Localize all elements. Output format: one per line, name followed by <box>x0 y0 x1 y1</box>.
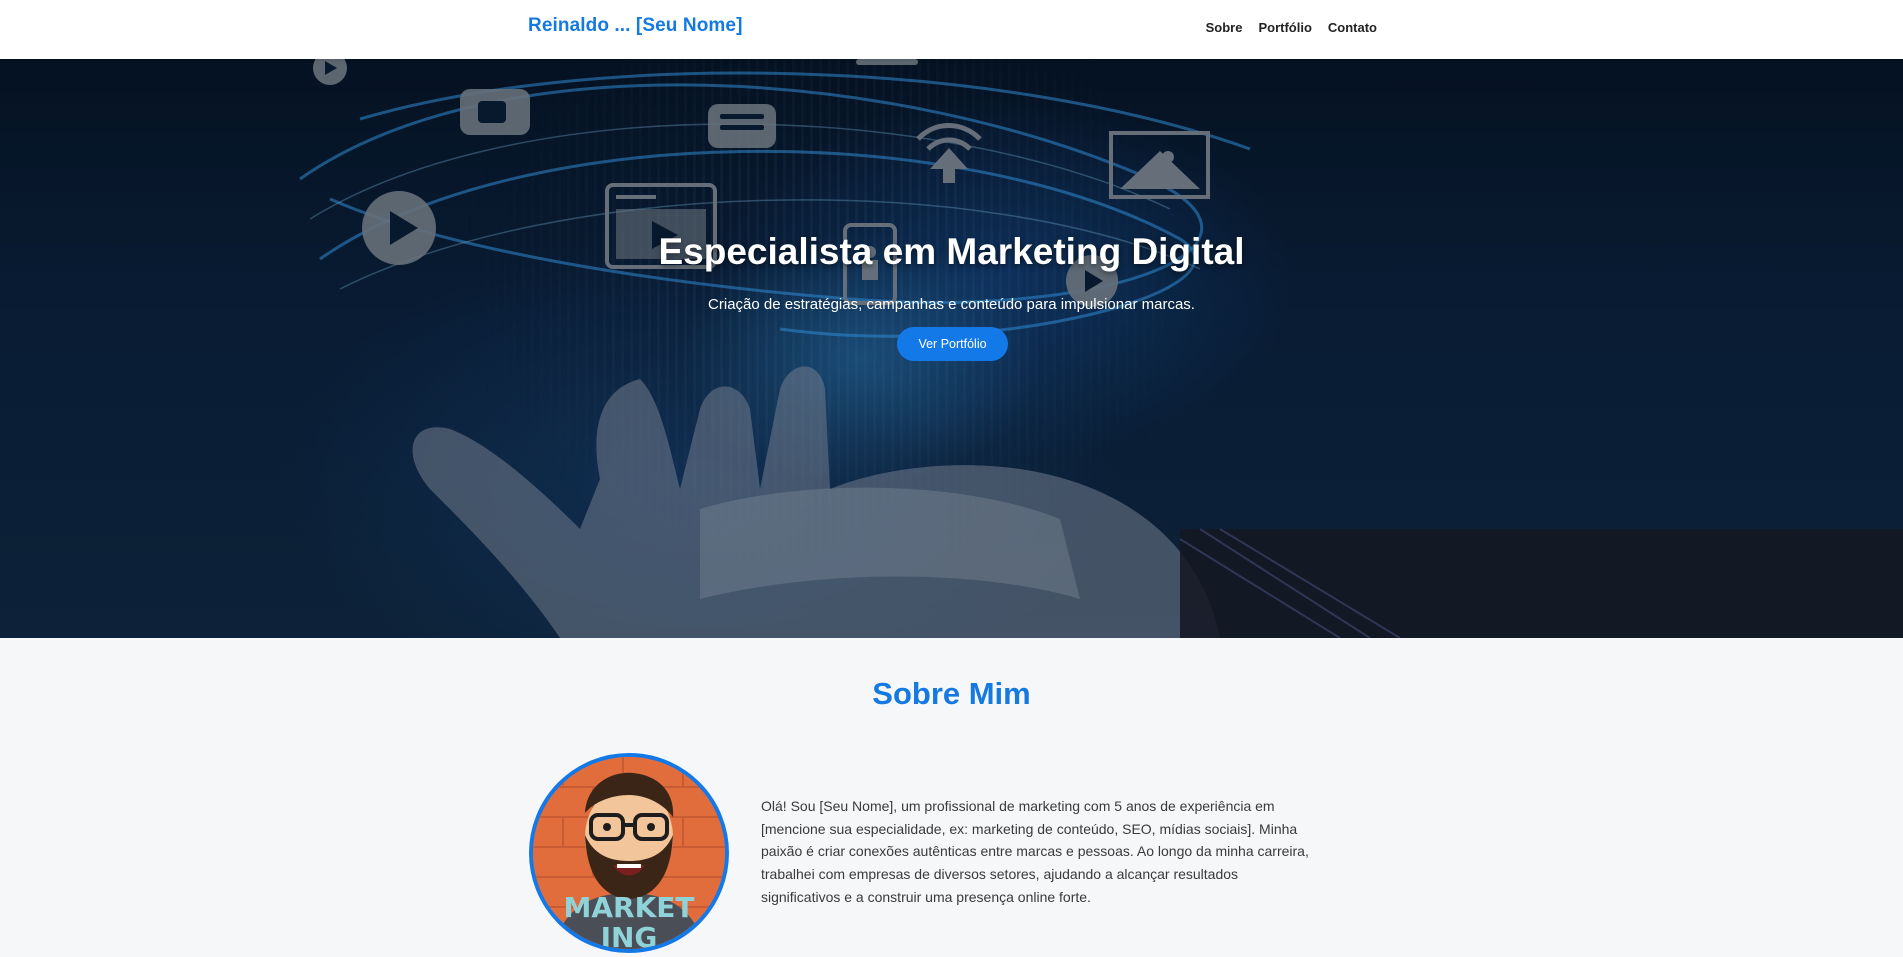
hero-title: Especialista em Marketing Digital <box>658 231 1245 272</box>
brand-logo-link[interactable]: Reinaldo ... [Seu Nome] <box>528 15 743 37</box>
view-portfolio-button[interactable]: Ver Portfólio <box>897 327 1008 361</box>
nav-link-portfolio[interactable]: Portfólio <box>1258 20 1311 35</box>
avatar-shirt-text: MARKET ING <box>563 891 695 953</box>
main-nav: Sobre Portfólio Contato <box>1206 20 1377 35</box>
nav-link-contato[interactable]: Contato <box>1328 20 1377 35</box>
avatar: MARKET ING <box>529 753 729 953</box>
about-description: Olá! Sou [Seu Nome], um profissional de … <box>761 798 1309 905</box>
hero-subtitle: Criação de estratégias, campanhas e cont… <box>708 296 1195 313</box>
nav-link-sobre[interactable]: Sobre <box>1206 20 1243 35</box>
site-header: Reinaldo ... [Seu Nome] Sobre Portfólio … <box>0 0 1903 59</box>
about-section-title: Sobre Mim <box>872 676 1031 711</box>
